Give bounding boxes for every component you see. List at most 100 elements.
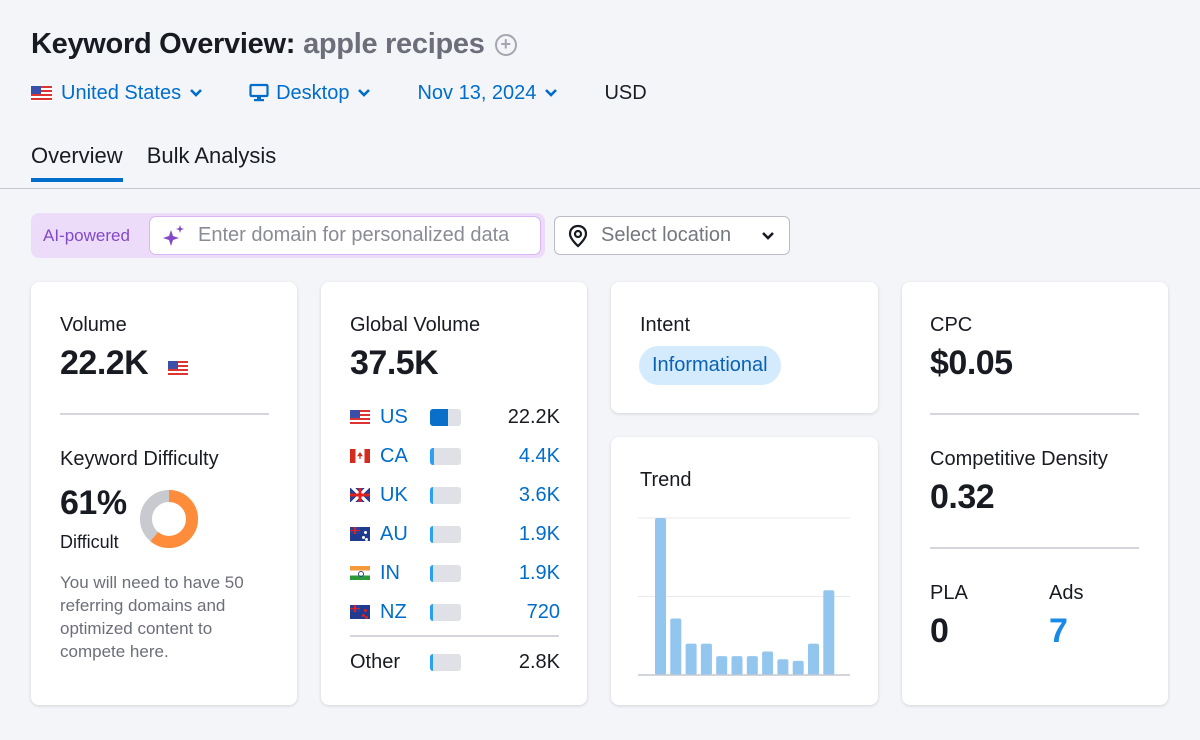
- country-row-au[interactable]: AU 1.9K: [350, 522, 560, 546]
- country-label: United States: [61, 81, 182, 104]
- divider: [930, 547, 1139, 549]
- us-flag-icon: [350, 410, 370, 424]
- global-volume-label: Global Volume: [350, 314, 481, 336]
- volume-label: Volume: [60, 314, 127, 336]
- trend-bar[interactable]: [808, 643, 819, 675]
- share-bar-fill: [430, 653, 433, 671]
- share-bar-fill: [430, 447, 434, 465]
- global-volume-card: Global Volume 37.5K US 22.2K CA 4.4K UK 3.6K A…: [321, 282, 587, 705]
- share-bar: [430, 486, 461, 504]
- ai-personalization: AI-powered: [31, 213, 545, 258]
- intent-badge[interactable]: Informational: [639, 346, 781, 385]
- domain-input-wrapper: [149, 216, 541, 255]
- au-flag-icon: [350, 527, 370, 541]
- country-code: US: [380, 405, 408, 428]
- page-title: Keyword Overview: apple recipes +: [31, 28, 517, 61]
- uk-flag-icon: [350, 488, 370, 502]
- difficulty-description: You will need to have 50 referring domai…: [60, 573, 244, 661]
- country-volume: 720: [526, 600, 560, 623]
- competitive-density-value: 0.32: [930, 478, 995, 516]
- share-bar: [430, 408, 461, 426]
- us-flag-icon: [168, 360, 188, 375]
- difficulty-level: Difficult: [60, 532, 119, 552]
- trend-bar[interactable]: [762, 651, 774, 675]
- tab-bulk-analysis[interactable]: Bulk Analysis: [147, 143, 277, 182]
- location-select[interactable]: Select location: [554, 216, 790, 255]
- share-bar: [430, 525, 461, 543]
- competitive-density-label: Competitive Density: [930, 448, 1108, 470]
- trend-card: Trend: [611, 437, 878, 705]
- intent-card: Intent Informational: [611, 282, 878, 413]
- volume-value: 22.2K: [60, 344, 149, 382]
- location-placeholder: Select location: [601, 224, 732, 246]
- device-dropdown[interactable]: Desktop: [249, 82, 371, 105]
- trend-bar[interactable]: [700, 643, 712, 675]
- plus-circle-icon[interactable]: +: [494, 34, 517, 56]
- trend-bar[interactable]: [670, 618, 682, 675]
- chevron-down-icon: [358, 89, 371, 97]
- country-code: IN: [380, 561, 400, 584]
- currency-label: USD: [604, 81, 647, 104]
- keyword-difficulty-value: 61%: [60, 484, 127, 522]
- keyword: apple recipes: [303, 28, 485, 60]
- tab-bar: Overview Bulk Analysis: [31, 143, 300, 182]
- volume-card: Volume 22.2K Keyword Difficulty 61% Diff…: [31, 282, 297, 705]
- pla-value: 0: [930, 612, 949, 650]
- country-code: NZ: [380, 600, 407, 623]
- share-bar-fill: [430, 486, 433, 504]
- trend-bar[interactable]: [685, 643, 697, 675]
- ca-flag-icon: [350, 449, 370, 463]
- country-row-ca[interactable]: CA 4.4K: [350, 444, 560, 468]
- desktop-icon: [249, 83, 269, 102]
- cpc-value: $0.05: [930, 344, 1013, 382]
- date-dropdown[interactable]: Nov 13, 2024: [417, 82, 558, 105]
- location-pin-icon: [568, 224, 588, 247]
- country-row-us[interactable]: US 22.2K: [350, 405, 560, 429]
- nz-flag-icon: [350, 605, 370, 619]
- cpc-label: CPC: [930, 314, 973, 336]
- global-volume-value: 37.5K: [350, 344, 439, 382]
- other-label: Other: [350, 650, 401, 673]
- tab-overview[interactable]: Overview: [31, 143, 123, 182]
- country-dropdown[interactable]: United States: [31, 82, 203, 105]
- trend-bar[interactable]: [716, 656, 728, 675]
- share-bar: [430, 564, 461, 582]
- divider: [60, 413, 269, 415]
- in-flag-icon: [350, 566, 370, 580]
- country-volume: 4.4K: [518, 444, 560, 467]
- us-flag-icon: [31, 85, 52, 101]
- cpc-card: CPC $0.05 Competitive Density 0.32 PLA 0…: [902, 282, 1168, 705]
- chevron-down-icon: [545, 89, 558, 97]
- trend-bar[interactable]: [746, 656, 758, 675]
- share-bar-fill: [430, 525, 433, 543]
- divider: [930, 413, 1139, 415]
- country-code: CA: [380, 444, 408, 467]
- trend-bar[interactable]: [823, 590, 835, 675]
- pla-label: PLA: [930, 582, 968, 604]
- tab-divider: [0, 188, 1200, 189]
- keyword-difficulty-label: Keyword Difficulty: [60, 448, 219, 470]
- trend-bar[interactable]: [731, 656, 743, 675]
- trend-bar[interactable]: [655, 518, 666, 675]
- chevron-down-icon: [190, 89, 202, 97]
- country-volume: 1.9K: [518, 522, 560, 545]
- country-row-other[interactable]: Other 2.8K: [350, 650, 560, 674]
- other-value: 2.8K: [518, 650, 560, 673]
- ads-value[interactable]: 7: [1049, 612, 1068, 651]
- domain-input[interactable]: [198, 224, 538, 247]
- divider: [350, 635, 559, 637]
- trend-bar[interactable]: [777, 659, 789, 675]
- country-row-in[interactable]: IN 1.9K: [350, 561, 560, 585]
- trend-bar[interactable]: [792, 660, 804, 675]
- device-label: Desktop: [276, 81, 350, 104]
- country-row-nz[interactable]: NZ 720: [350, 600, 560, 624]
- intent-label: Intent: [640, 314, 691, 336]
- trend-label: Trend: [640, 469, 692, 491]
- date-label: Nov 13, 2024: [417, 81, 537, 104]
- country-volume: 3.6K: [518, 483, 560, 506]
- trend-chart: [638, 517, 850, 676]
- country-row-uk[interactable]: UK 3.6K: [350, 483, 560, 507]
- share-bar-fill: [430, 603, 433, 621]
- country-volume: 22.2K: [507, 405, 560, 428]
- ai-powered-badge: AI-powered: [43, 225, 130, 245]
